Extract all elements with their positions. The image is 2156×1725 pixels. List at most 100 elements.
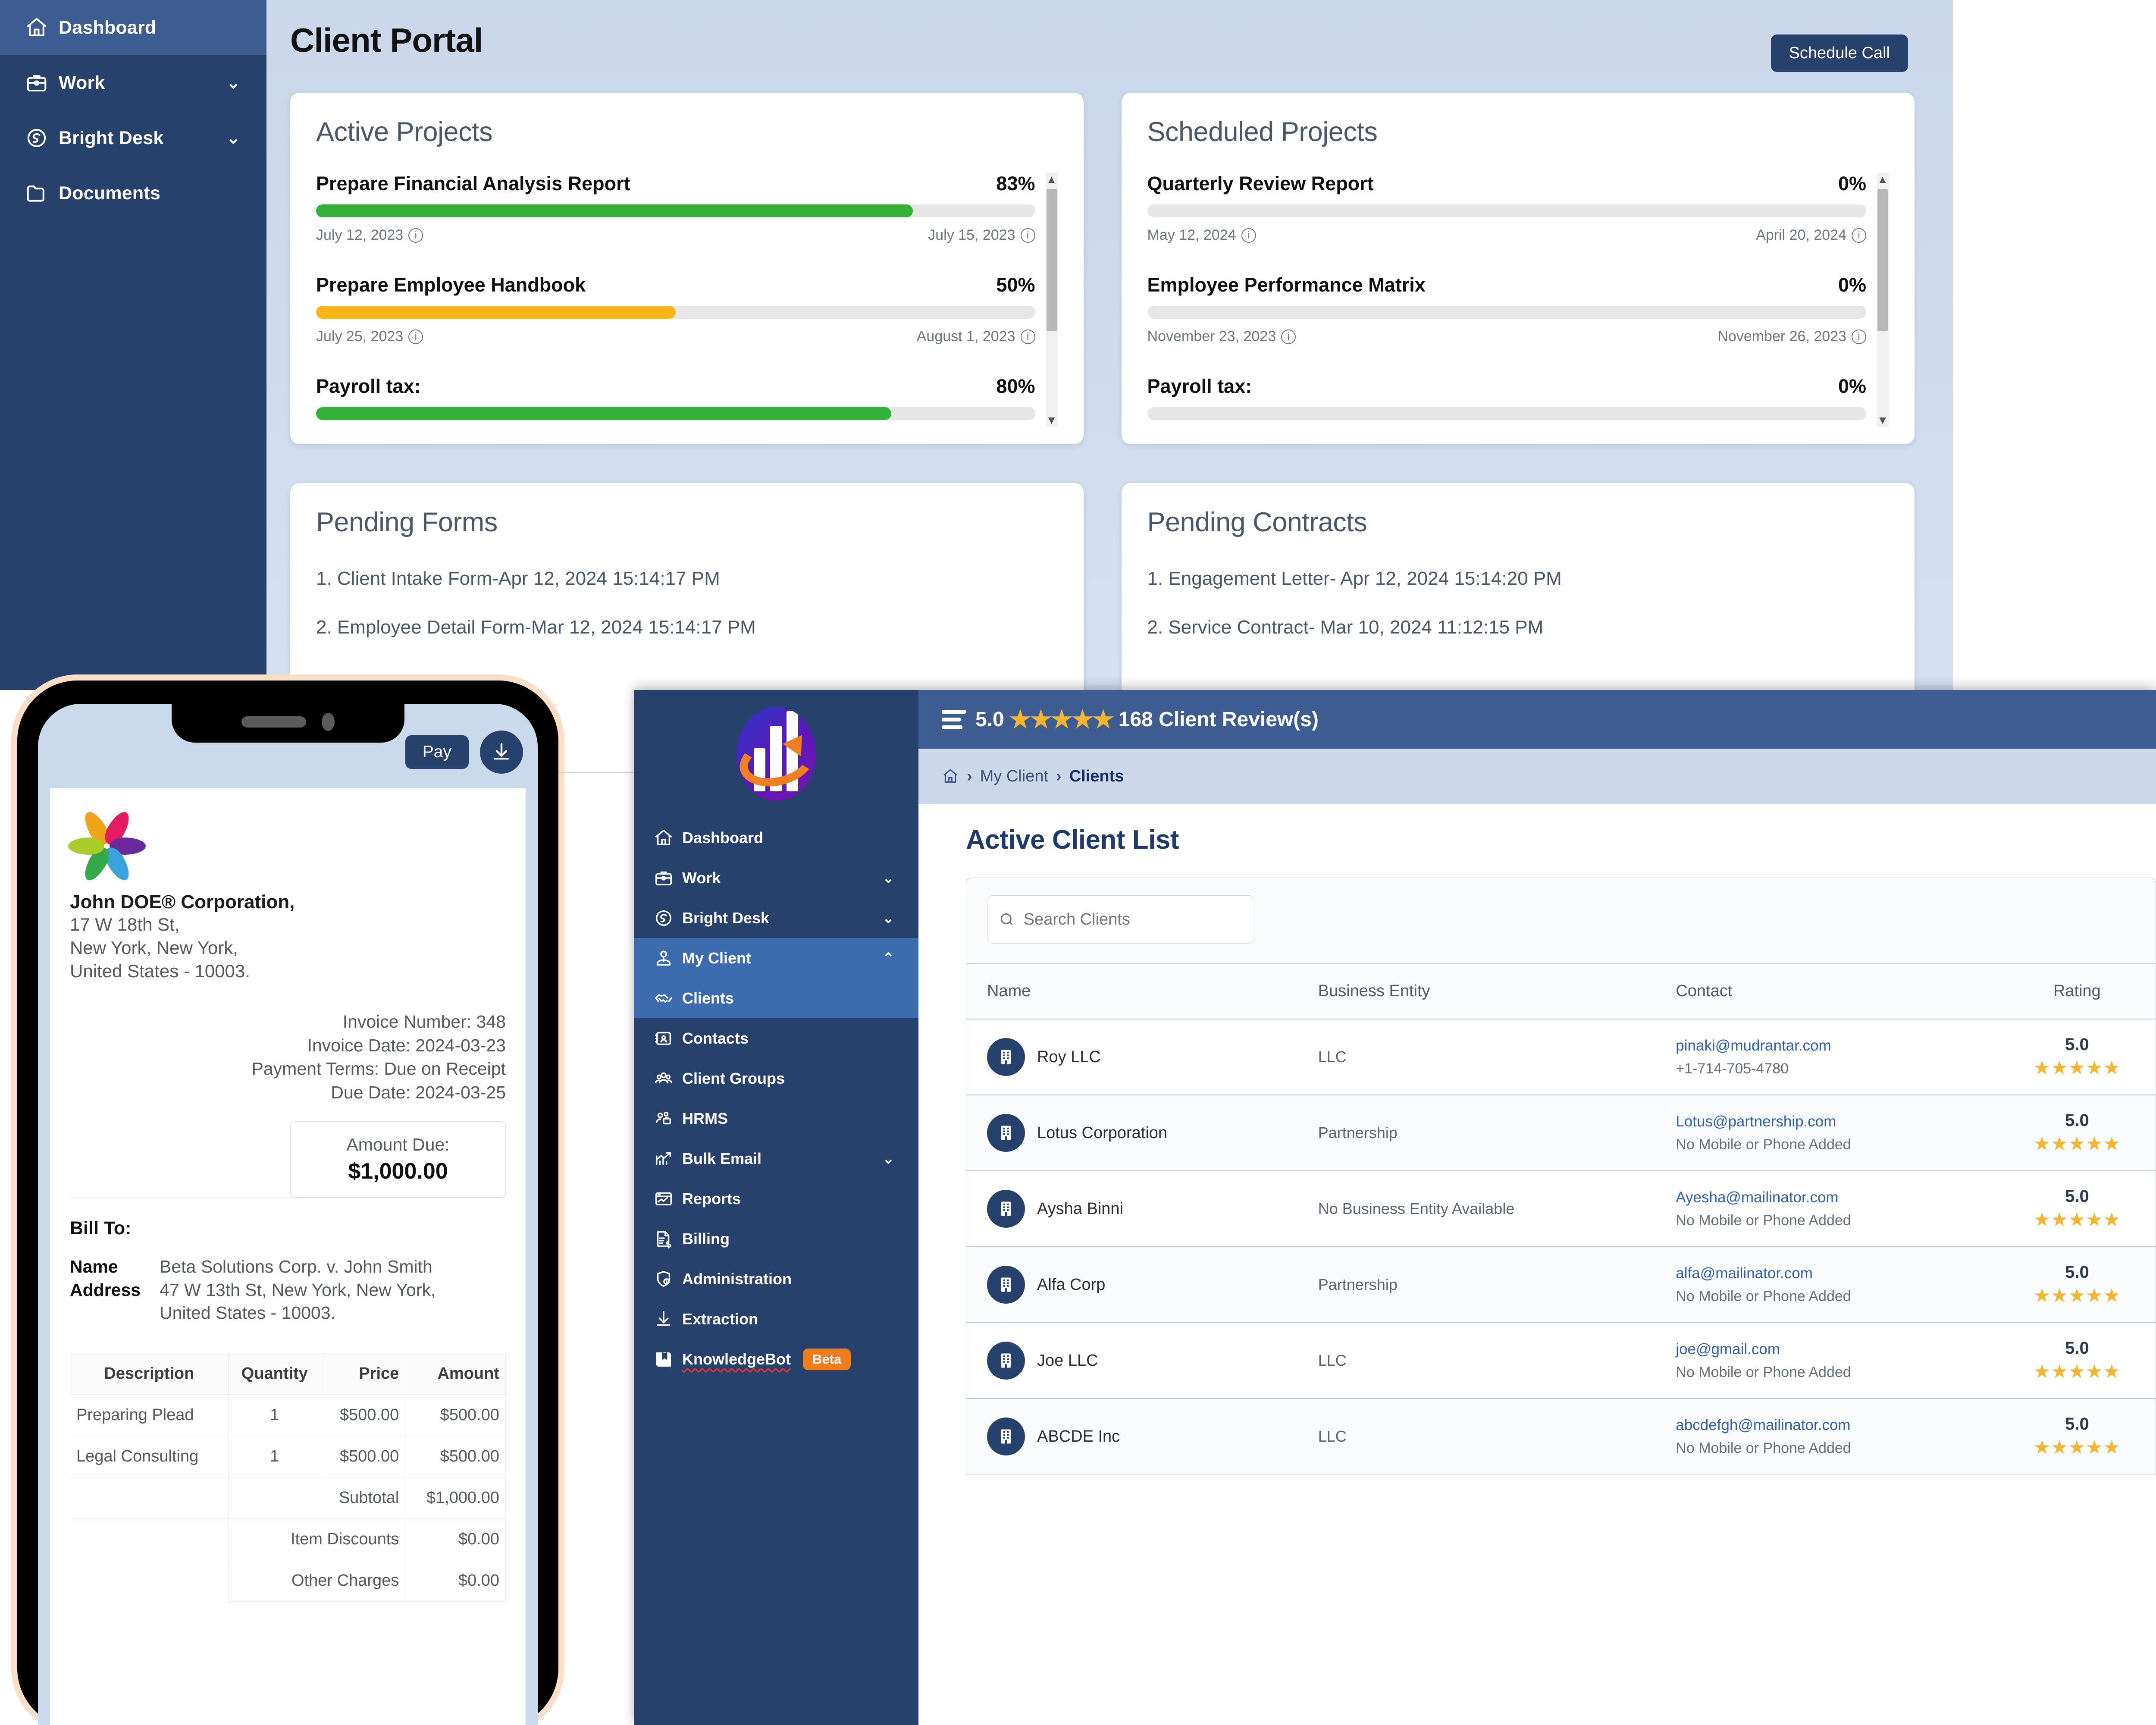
portal-sidebar-item-work[interactable]: Work ⌄: [0, 55, 266, 110]
bill-to-name-value: Beta Solutions Corp. v. John Smith: [160, 1257, 432, 1277]
project-dates: July 12, 2023 i July 15, 2023 i: [316, 227, 1035, 244]
building-avatar-icon: [987, 1418, 1025, 1455]
info-icon[interactable]: i: [1852, 228, 1866, 243]
info-icon[interactable]: i: [1020, 228, 1035, 243]
search-input[interactable]: [1023, 910, 1243, 929]
scheduled-projects-scrollbar[interactable]: ▲ ▼: [1877, 172, 1889, 427]
sidebar-item-contacts[interactable]: Contacts: [634, 1018, 918, 1058]
sidebar-item-bright-desk[interactable]: Bright Desk ⌄: [634, 898, 918, 938]
amount-due-box: Amount Due: $1,000.00: [290, 1121, 506, 1198]
table-row[interactable]: Lotus Corporation Partnership Lotus@partne…: [966, 1095, 2156, 1171]
business-entity-cell: LLC: [1297, 1322, 1655, 1399]
progress-bar: [1147, 306, 1866, 319]
portal-sidebar-item-bright-desk[interactable]: Bright Desk ⌄: [0, 110, 266, 166]
portal-sidebar-item-documents[interactable]: Documents: [0, 166, 266, 221]
client-email[interactable]: Lotus@partnership.com: [1676, 1113, 1977, 1130]
chevron-down-icon[interactable]: ⌄: [882, 910, 894, 926]
list-item[interactable]: 1. Engagement Letter- Apr 12, 2024 15:14…: [1147, 568, 1889, 590]
hamburger-icon[interactable]: [942, 706, 966, 733]
background-gap: [558, 681, 636, 1725]
project-header: Quarterly Review Report 0%: [1147, 172, 1867, 195]
chevron-down-icon[interactable]: ⌄: [226, 73, 241, 93]
info-icon[interactable]: i: [1020, 329, 1035, 344]
client-portal-window: Dashboard Work ⌄ Bright Desk ⌄ Documents Clie…: [0, 0, 1953, 704]
bill-to-address-line2: United States - 10003.: [160, 1302, 335, 1323]
table-row[interactable]: Joe LLC LLC joe@gmail.com No Mobile or Phon…: [966, 1322, 2156, 1399]
sidebar-item-billing[interactable]: Billing: [634, 1219, 918, 1259]
schedule-call-button[interactable]: Schedule Call: [1771, 34, 1908, 72]
active-projects-scrollbar[interactable]: ▲ ▼: [1045, 172, 1058, 427]
breadcrumb-clients[interactable]: Clients: [1069, 767, 1124, 786]
building-avatar-icon: [987, 1038, 1025, 1076]
chevron-down-icon[interactable]: ⌄: [226, 128, 241, 148]
chevron-down-icon[interactable]: ⌄: [882, 869, 894, 886]
column-header: Description: [70, 1353, 229, 1395]
scroll-up-icon[interactable]: ▲: [1046, 172, 1058, 186]
client-phone: No Mobile or Phone Added: [1676, 1440, 1851, 1456]
rating-stars: ★★★★★: [2033, 1437, 2121, 1458]
project-name: Quarterly Review Report: [1147, 172, 1374, 194]
sidebar-item-knowledgebot[interactable]: KnowledgeBot Beta: [634, 1339, 918, 1379]
sidebar-item-hrms[interactable]: HRMS: [634, 1098, 918, 1138]
project-percent: 83%: [996, 172, 1035, 194]
client-email[interactable]: alfa@mailinator.com: [1676, 1265, 1977, 1282]
sidebar-item-my-client[interactable]: My Client ⌃: [634, 938, 918, 978]
sidebar-item-reports[interactable]: Reports: [634, 1179, 918, 1219]
client-email[interactable]: Ayesha@mailinator.com: [1676, 1189, 1977, 1206]
rating-cell: 5.0 ★★★★★: [1977, 1398, 2156, 1474]
mudrantar-bar-chart-logo-icon: [736, 707, 816, 801]
column-header[interactable]: Contact: [1655, 963, 1978, 1019]
sidebar-item-bulk-email[interactable]: Bulk Email ⌄: [634, 1138, 918, 1179]
company-address-line3: United States - 10003.: [70, 960, 250, 981]
client-email[interactable]: abcdefgh@mailinator.com: [1676, 1417, 1977, 1434]
rating-cell: 5.0 ★★★★★: [1977, 1322, 2156, 1399]
info-icon[interactable]: i: [1852, 329, 1866, 344]
folder-icon: [25, 182, 59, 205]
rating-value: 5.0: [2065, 1035, 2089, 1054]
invoice-dollar-icon: [657, 1231, 671, 1248]
breadcrumb: › My Client › Clients: [918, 749, 2156, 804]
column-header[interactable]: Rating: [1977, 963, 2156, 1019]
info-icon[interactable]: i: [408, 329, 423, 344]
item-amount: $500.00: [405, 1436, 506, 1478]
sidebar-item-extraction[interactable]: Extraction: [634, 1299, 918, 1339]
sidebar-item-administration[interactable]: Administration: [634, 1259, 918, 1299]
client-list-panel: NameBusiness EntityContactRating Roy LLC…: [966, 878, 2156, 1474]
column-header[interactable]: Business Entity: [1297, 963, 1655, 1019]
sidebar-item-work[interactable]: Work ⌄: [634, 858, 918, 898]
list-item[interactable]: 1. Client Intake Form-Apr 12, 2024 15:14…: [316, 568, 1058, 590]
amount-due-label: Amount Due:: [346, 1135, 450, 1155]
list-item[interactable]: 2. Employee Detail Form-Mar 12, 2024 15:…: [316, 617, 1058, 638]
scrollbar-thumb[interactable]: [1877, 189, 1888, 331]
info-icon[interactable]: i: [1241, 228, 1256, 243]
scroll-down-icon[interactable]: ▼: [1046, 413, 1058, 427]
home-icon[interactable]: [942, 768, 959, 785]
sidebar-item-client-groups[interactable]: Client Groups: [634, 1058, 918, 1098]
scroll-up-icon[interactable]: ▲: [1877, 172, 1889, 186]
info-icon[interactable]: i: [1281, 329, 1296, 344]
download-invoice-button[interactable]: [480, 731, 523, 774]
client-email[interactable]: pinaki@mudrantar.com: [1676, 1037, 1977, 1054]
search-clients-box[interactable]: [987, 895, 1254, 944]
sidebar-item-clients[interactable]: Clients: [634, 978, 918, 1018]
breadcrumb-my-client[interactable]: My Client: [980, 767, 1048, 786]
info-icon[interactable]: i: [408, 228, 423, 243]
pending-contracts-heading: Pending Contracts: [1147, 507, 1367, 537]
company-logo: [68, 807, 146, 884]
sidebar-item-label: Bright Desk: [59, 127, 164, 148]
scroll-down-icon[interactable]: ▼: [1877, 413, 1889, 427]
table-row[interactable]: Aysha Binni No Business Entity Available A…: [966, 1170, 2156, 1247]
table-row[interactable]: ABCDE Inc LLC abcdefgh@mailinator.com No Mo…: [966, 1398, 2156, 1474]
table-row[interactable]: Roy LLC LLC pinaki@mudrantar.com +1-714-705…: [966, 1019, 2156, 1095]
project-percent: 80%: [996, 375, 1035, 397]
sidebar-item-dashboard[interactable]: Dashboard: [634, 818, 918, 858]
scrollbar-thumb[interactable]: [1046, 189, 1057, 331]
chevron-down-icon[interactable]: ⌄: [882, 1150, 894, 1167]
table-row[interactable]: Alfa Corp Partnership alfa@mailinator.com N…: [966, 1246, 2156, 1323]
list-item[interactable]: 2. Service Contract- Mar 10, 2024 11:12:…: [1147, 617, 1889, 638]
client-email[interactable]: joe@gmail.com: [1676, 1341, 1977, 1358]
portal-sidebar-item-dashboard[interactable]: Dashboard: [0, 0, 266, 55]
chevron-up-icon[interactable]: ⌃: [882, 950, 894, 966]
column-header[interactable]: Name: [966, 963, 1297, 1019]
pay-button[interactable]: Pay: [405, 735, 469, 769]
